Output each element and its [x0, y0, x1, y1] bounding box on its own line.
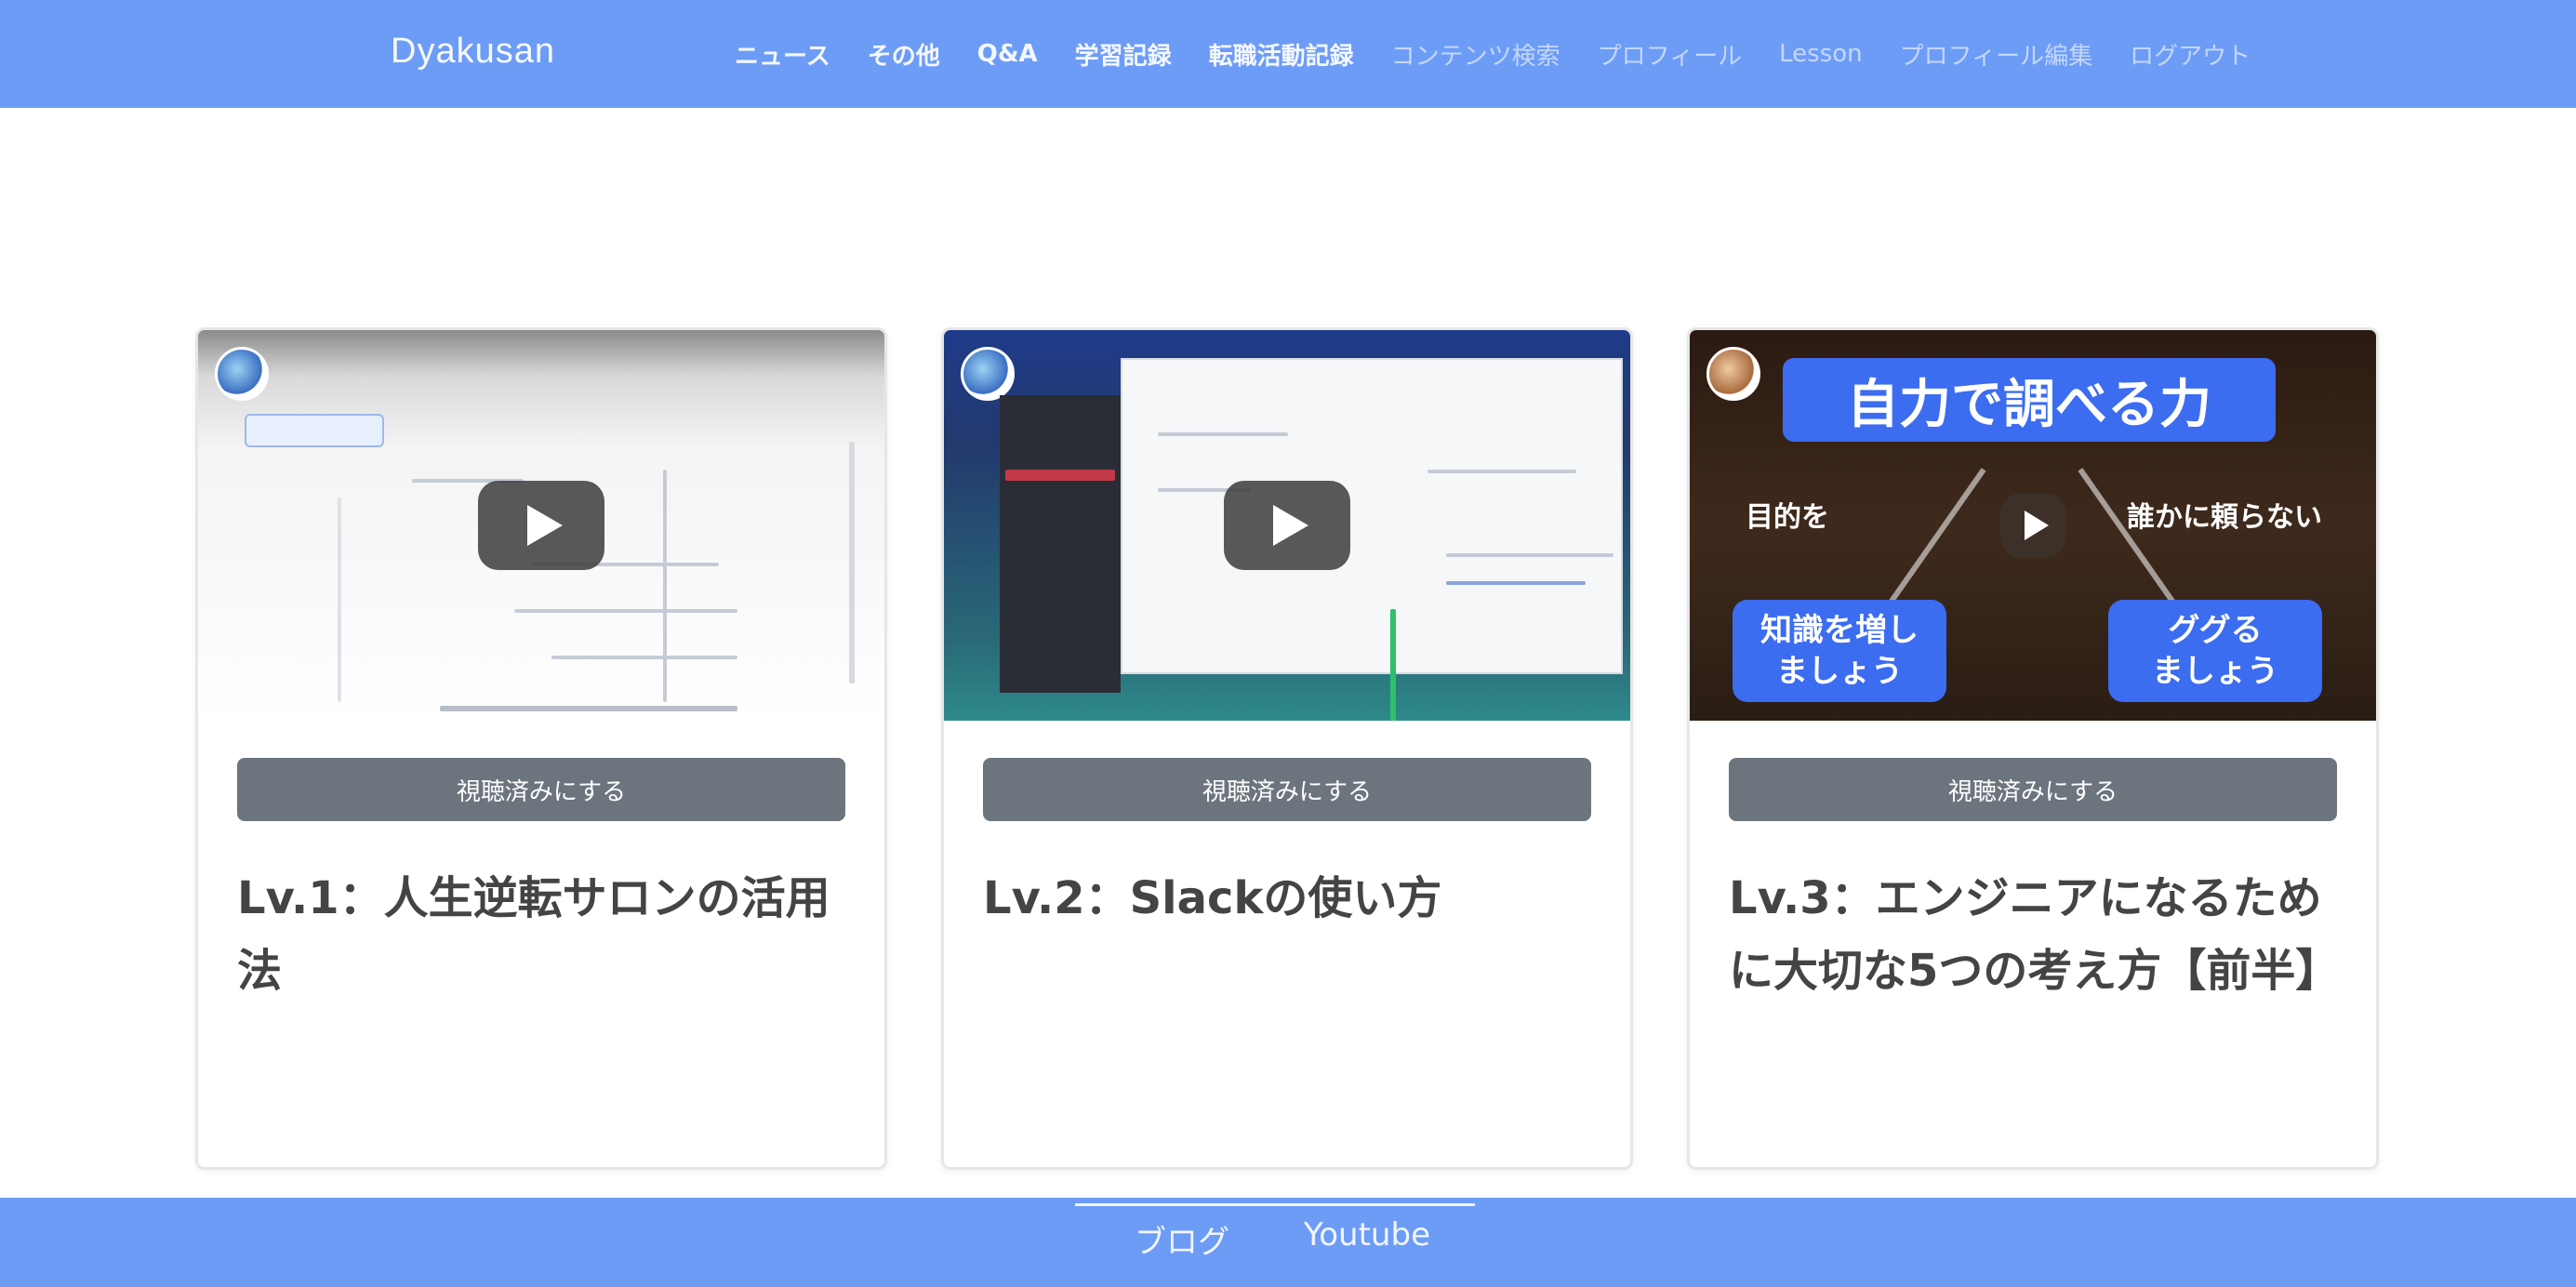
mark-watched-button[interactable]: 視聴済みにする [1729, 758, 2337, 821]
nav-item-qa[interactable]: Q&A [959, 40, 1056, 68]
nav-item-study-log[interactable]: 学習記録 [1056, 37, 1190, 72]
mock-ui-line [1427, 470, 1576, 473]
lesson-card: 視聴済みにする Lv.1：人生逆転サロンの活用法 [195, 327, 887, 1170]
mock-ui-line [1446, 553, 1613, 557]
top-navbar: Dyakusan ニュース その他 Q&A 学習記録 転職活動記録 コンテンツ検… [0, 0, 2576, 108]
lesson-card: 自力で調べる力 目的を 誰かに頼らない 知識を増し ましょう ググる ましょう … [1687, 327, 2379, 1170]
mock-selected-channel [1005, 470, 1115, 481]
mock-ui-line [1390, 609, 1396, 721]
mock-ui-line [663, 470, 667, 702]
mock-ui-line [514, 609, 737, 613]
play-button-icon[interactable] [2000, 493, 2065, 558]
mock-ui-line [551, 656, 737, 659]
mock-ui-line [338, 498, 341, 702]
mock-ui-line [1158, 432, 1288, 436]
play-button-icon[interactable] [478, 481, 604, 570]
mock-ui-line [849, 442, 855, 683]
nav-item-logout[interactable]: ログアウト [2111, 37, 2269, 72]
footer-links: ブログ Youtube [1135, 1216, 1430, 1262]
mock-app-sidebar [1000, 395, 1121, 693]
footer-divider [1075, 1203, 1475, 1206]
play-button-icon[interactable] [1224, 481, 1350, 570]
main-nav: ニュース その他 Q&A 学習記録 転職活動記録 コンテンツ検索 プロフィール … [716, 0, 2269, 108]
channel-avatar-icon [1706, 347, 1760, 401]
mock-ui-line [440, 706, 737, 711]
lesson-title[interactable]: Lv.3：エンジニアになるために大切な5つの考え方【前半】 [1729, 862, 2340, 1007]
video-thumbnail[interactable] [944, 330, 1630, 721]
card-body: 視聴済みにする Lv.3：エンジニアになるために大切な5つの考え方【前半】 [1690, 721, 2376, 1007]
thumbnail-badge-left: 知識を増し ましょう [1733, 600, 1946, 702]
mock-app-window [1121, 358, 1623, 674]
channel-avatar-icon [961, 347, 1015, 401]
page: Dyakusan ニュース その他 Q&A 学習記録 転職活動記録 コンテンツ検… [0, 0, 2576, 1287]
mock-ui-line [1446, 581, 1586, 585]
footer-link-youtube[interactable]: Youtube [1304, 1216, 1430, 1262]
lesson-card-list: 視聴済みにする Lv.1：人生逆転サロンの活用法 視聴済みにする Lv.2：Sl… [195, 327, 2379, 1170]
lesson-title[interactable]: Lv.2：Slackの使い方 [983, 862, 1591, 935]
nav-item-content-search[interactable]: コンテンツ検索 [1373, 37, 1579, 72]
site-logo[interactable]: Dyakusan [391, 32, 555, 72]
nav-item-lesson[interactable]: Lesson [1760, 40, 1881, 68]
thumbnail-caption-right: 誰かに頼らない [2127, 501, 2322, 534]
video-thumbnail[interactable] [198, 330, 884, 721]
nav-item-news[interactable]: ニュース [716, 37, 849, 72]
thumbnail-badge-right: ググる ましょう [2108, 600, 2322, 702]
mark-watched-button[interactable]: 視聴済みにする [983, 758, 1591, 821]
card-body: 視聴済みにする Lv.1：人生逆転サロンの活用法 [198, 721, 884, 1007]
mock-ui-chip [245, 414, 384, 447]
channel-avatar-icon [215, 347, 269, 401]
footer: ブログ Youtube [0, 1198, 2576, 1287]
lesson-card: 視聴済みにする Lv.2：Slackの使い方 [941, 327, 1633, 1170]
nav-item-job-log[interactable]: 転職活動記録 [1190, 37, 1373, 72]
nav-item-edit-profile[interactable]: プロフィール編集 [1881, 37, 2111, 72]
footer-link-blog[interactable]: ブログ [1135, 1216, 1229, 1262]
thumbnail-banner: 自力で調べる力 [1783, 358, 2276, 442]
nav-item-other[interactable]: その他 [849, 37, 959, 72]
nav-item-profile[interactable]: プロフィール [1579, 37, 1760, 72]
mark-watched-button[interactable]: 視聴済みにする [237, 758, 845, 821]
lesson-title[interactable]: Lv.1：人生逆転サロンの活用法 [237, 862, 845, 1007]
thumbnail-caption-left: 目的を [1746, 501, 1829, 534]
video-thumbnail[interactable]: 自力で調べる力 目的を 誰かに頼らない 知識を増し ましょう ググる ましょう [1690, 330, 2376, 721]
card-body: 視聴済みにする Lv.2：Slackの使い方 [944, 721, 1630, 935]
